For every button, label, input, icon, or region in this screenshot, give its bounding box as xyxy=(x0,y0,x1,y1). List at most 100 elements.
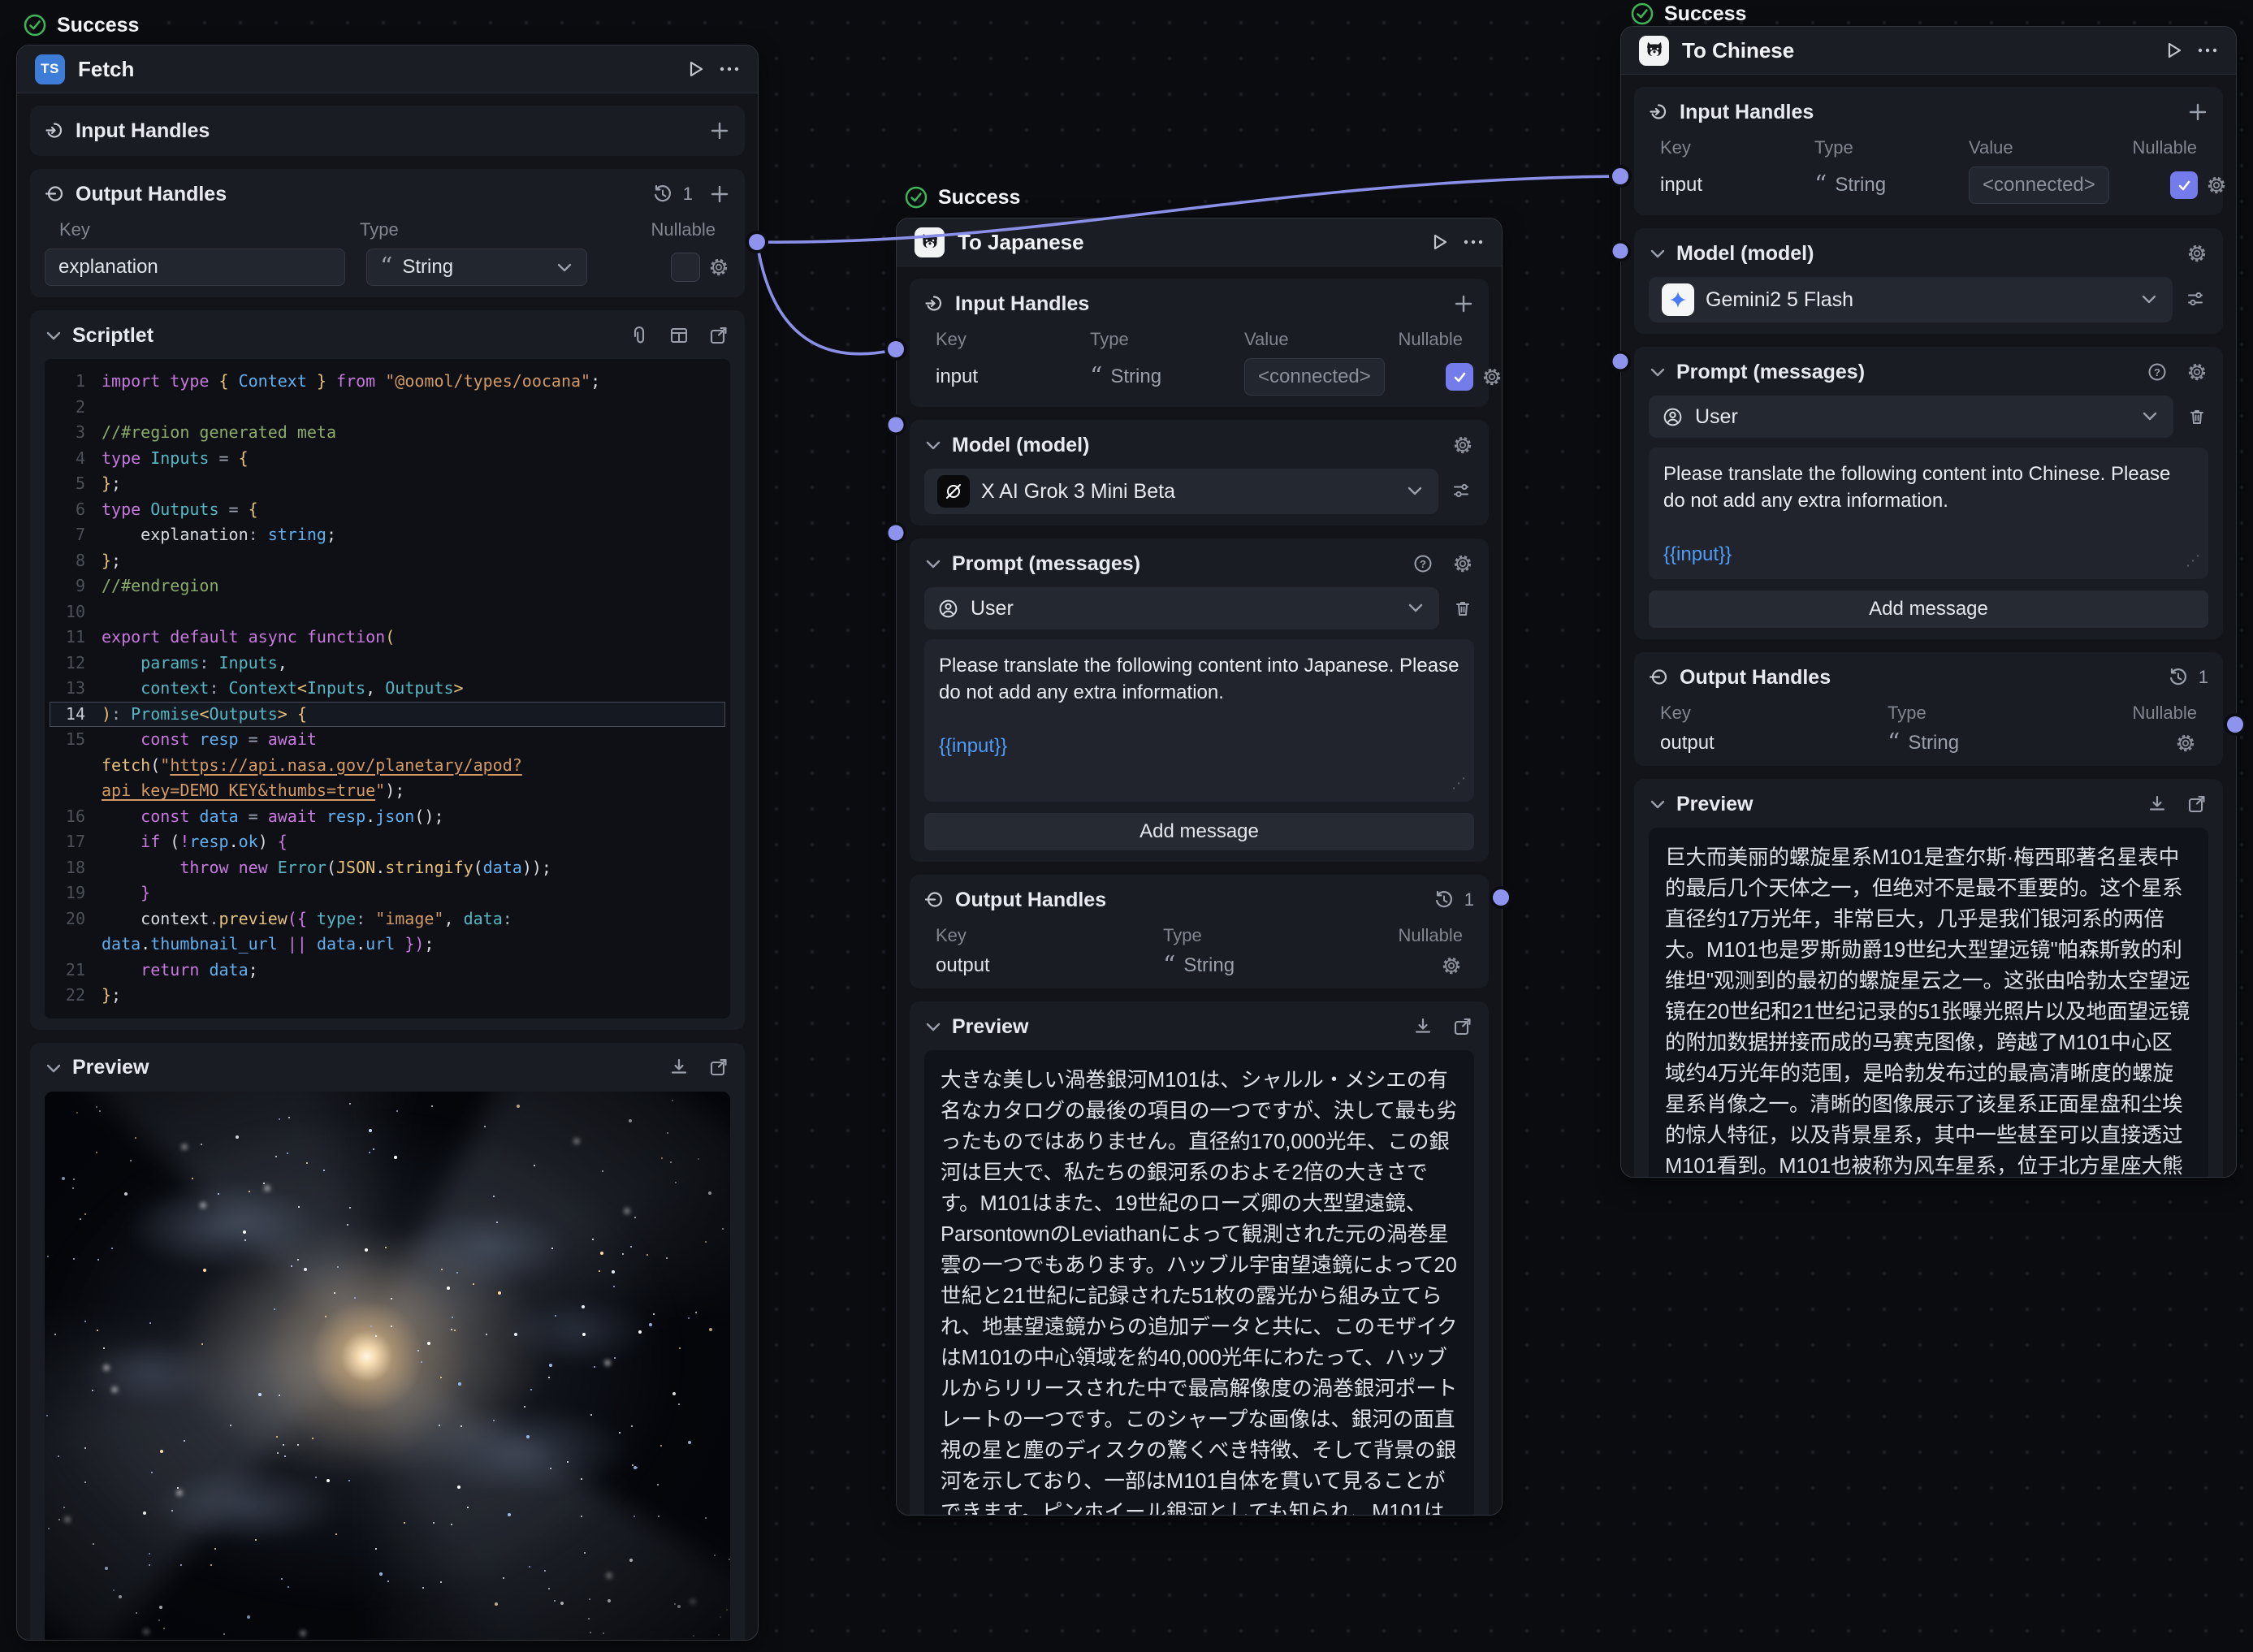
code-line[interactable]: api_key=DEMO_KEY&thumbs=true"); xyxy=(50,778,725,804)
model-settings-gear[interactable] xyxy=(1452,435,1474,456)
message-role-select[interactable]: User xyxy=(924,587,1439,629)
collapse-chevron-icon[interactable] xyxy=(1649,795,1667,813)
collapse-chevron-icon[interactable] xyxy=(924,436,942,454)
code-editor[interactable]: 1import type { Context } from "@oomol/ty… xyxy=(45,359,730,1018)
code-line[interactable]: 20 context.preview({ type: "image", data… xyxy=(50,906,725,932)
nullable-checkbox[interactable] xyxy=(671,253,700,282)
code-line[interactable]: 18 throw new Error(JSON.stringify(data))… xyxy=(50,855,725,881)
node-fetch[interactable]: TS Fetch Input Handles Output Handles 1 xyxy=(16,45,759,1641)
handle-value-input[interactable]: <connected> xyxy=(1969,166,2109,204)
help-icon[interactable] xyxy=(1412,553,1434,575)
model-select[interactable]: X AI Grok 3 Mini Beta xyxy=(924,469,1438,514)
code-line[interactable]: 14): Promise<Outputs> { xyxy=(50,702,725,728)
node-menu-button[interactable] xyxy=(1463,231,1484,253)
delete-message-icon[interactable] xyxy=(2186,406,2208,428)
add-message-button[interactable]: Add message xyxy=(924,813,1474,850)
code-line[interactable]: 11export default async function( xyxy=(50,625,725,651)
code-line[interactable]: 13 context: Context<Inputs, Outputs> xyxy=(50,676,725,702)
handle-settings-gear[interactable] xyxy=(2206,175,2228,197)
code-line[interactable]: 21 return data; xyxy=(50,958,725,984)
node-menu-button[interactable] xyxy=(2197,40,2218,61)
grok-icon xyxy=(937,475,970,508)
prompt-settings-gear[interactable] xyxy=(2186,361,2208,383)
delete-message-icon[interactable] xyxy=(1452,598,1474,620)
code-line[interactable]: 2 xyxy=(50,395,725,421)
handle-settings-gear[interactable] xyxy=(1441,955,1463,977)
node-to-japanese[interactable]: To Japanese Input Handles Key Type Value… xyxy=(896,218,1503,1516)
code-line[interactable]: 4type Inputs = { xyxy=(50,446,725,472)
model-tune-icon[interactable] xyxy=(2186,288,2208,311)
add-input-handle-button[interactable] xyxy=(1453,293,1474,314)
handle-type-select[interactable]: “ String xyxy=(366,249,587,286)
resize-handle[interactable]: ⋰ xyxy=(1451,770,1468,797)
handle-value-input[interactable]: <connected> xyxy=(1244,358,1385,396)
model-tune-icon[interactable] xyxy=(1451,480,1474,503)
code-line[interactable]: 15 const resp = await xyxy=(50,727,725,753)
add-output-handle-button[interactable] xyxy=(709,184,730,205)
handle-settings-gear[interactable] xyxy=(708,257,730,279)
run-node-button[interactable] xyxy=(2163,40,2184,61)
code-line[interactable]: data.thumbnail_url || data.url }); xyxy=(50,932,725,958)
collapse-chevron-icon[interactable] xyxy=(45,327,63,344)
history-icon[interactable] xyxy=(652,184,673,205)
collapse-chevron-icon[interactable] xyxy=(924,555,942,573)
prompt-textarea[interactable]: Please translate the following content i… xyxy=(924,639,1474,802)
download-icon[interactable] xyxy=(1412,1016,1434,1038)
add-input-handle-button[interactable] xyxy=(709,120,730,141)
external-link-icon[interactable] xyxy=(1452,1016,1474,1038)
code-line[interactable]: fetch("https://api.nasa.gov/planetary/ap… xyxy=(50,753,725,779)
code-line[interactable]: 17 if (!resp.ok) { xyxy=(50,829,725,855)
code-line[interactable]: 8}; xyxy=(50,548,725,574)
model-select[interactable]: Gemini2 5 Flash xyxy=(1649,277,2173,322)
code-line[interactable]: 7 explanation: string; xyxy=(50,522,725,548)
resize-handle[interactable]: ⋰ xyxy=(2186,547,2202,574)
attach-icon[interactable] xyxy=(629,325,651,347)
collapse-chevron-icon[interactable] xyxy=(45,1059,63,1077)
download-icon[interactable] xyxy=(2147,794,2169,815)
preview-text[interactable]: 巨大而美丽的螺旋星系M101是查尔斯·梅西耶著名星表中的最后几个天体之一，但绝对… xyxy=(1649,828,2208,1177)
code-line[interactable]: 12 params: Inputs, xyxy=(50,651,725,677)
code-line[interactable]: 1import type { Context } from "@oomol/ty… xyxy=(50,369,725,395)
flow-canvas[interactable]: { "colors":{"accent":"#8a90e8","success"… xyxy=(0,0,2253,1652)
external-link-icon[interactable] xyxy=(2186,794,2208,815)
node-to-chinese[interactable]: To Chinese Input Handles Key Type Value … xyxy=(1620,26,2237,1178)
history-icon[interactable] xyxy=(2168,667,2189,688)
code-line[interactable]: 5}; xyxy=(50,471,725,497)
code-line[interactable]: 9//#endregion xyxy=(50,573,725,599)
help-icon[interactable] xyxy=(2147,361,2169,383)
chevron-down-icon xyxy=(2140,290,2160,309)
handle-key-input[interactable]: explanation xyxy=(45,249,345,286)
code-line[interactable]: 3//#region generated meta xyxy=(50,420,725,446)
node-menu-button[interactable] xyxy=(719,58,740,80)
message-role-select[interactable]: User xyxy=(1649,396,2173,438)
run-node-button[interactable] xyxy=(685,58,706,80)
code-line[interactable]: 16 const data = await resp.json(); xyxy=(50,804,725,830)
node-header[interactable]: To Japanese xyxy=(897,218,1502,266)
code-line[interactable]: 19 } xyxy=(50,880,725,906)
open-editor-icon[interactable] xyxy=(668,325,690,347)
wire-fetch-to-japanese[interactable] xyxy=(757,242,893,354)
nullable-checkbox[interactable] xyxy=(1446,363,1473,391)
external-link-icon[interactable] xyxy=(708,1057,730,1079)
nullable-checkbox[interactable] xyxy=(2170,171,2198,199)
run-node-button[interactable] xyxy=(1429,231,1450,253)
history-icon[interactable] xyxy=(1434,889,1455,910)
add-input-handle-button[interactable] xyxy=(2187,102,2208,123)
handle-settings-gear[interactable] xyxy=(1481,366,1502,388)
node-header[interactable]: To Chinese xyxy=(1621,27,2236,75)
collapse-chevron-icon[interactable] xyxy=(1649,244,1667,262)
preview-text[interactable]: 大きな美しい渦巻銀河M101は、シャルル・メシエの有名なカタログの最後の項目の一… xyxy=(924,1050,1474,1515)
code-line[interactable]: 22}; xyxy=(50,983,725,1009)
handle-settings-gear[interactable] xyxy=(2175,733,2197,755)
prompt-settings-gear[interactable] xyxy=(1452,553,1474,575)
download-icon[interactable] xyxy=(668,1057,690,1079)
add-message-button[interactable]: Add message xyxy=(1649,590,2208,628)
code-line[interactable]: 10 xyxy=(50,599,725,625)
external-link-icon[interactable] xyxy=(708,325,730,347)
code-line[interactable]: 6type Outputs = { xyxy=(50,497,725,523)
collapse-chevron-icon[interactable] xyxy=(1649,363,1667,381)
collapse-chevron-icon[interactable] xyxy=(924,1018,942,1036)
model-settings-gear[interactable] xyxy=(2186,243,2208,265)
prompt-textarea[interactable]: Please translate the following content i… xyxy=(1649,448,2208,579)
node-fetch-header[interactable]: TS Fetch xyxy=(17,45,758,93)
